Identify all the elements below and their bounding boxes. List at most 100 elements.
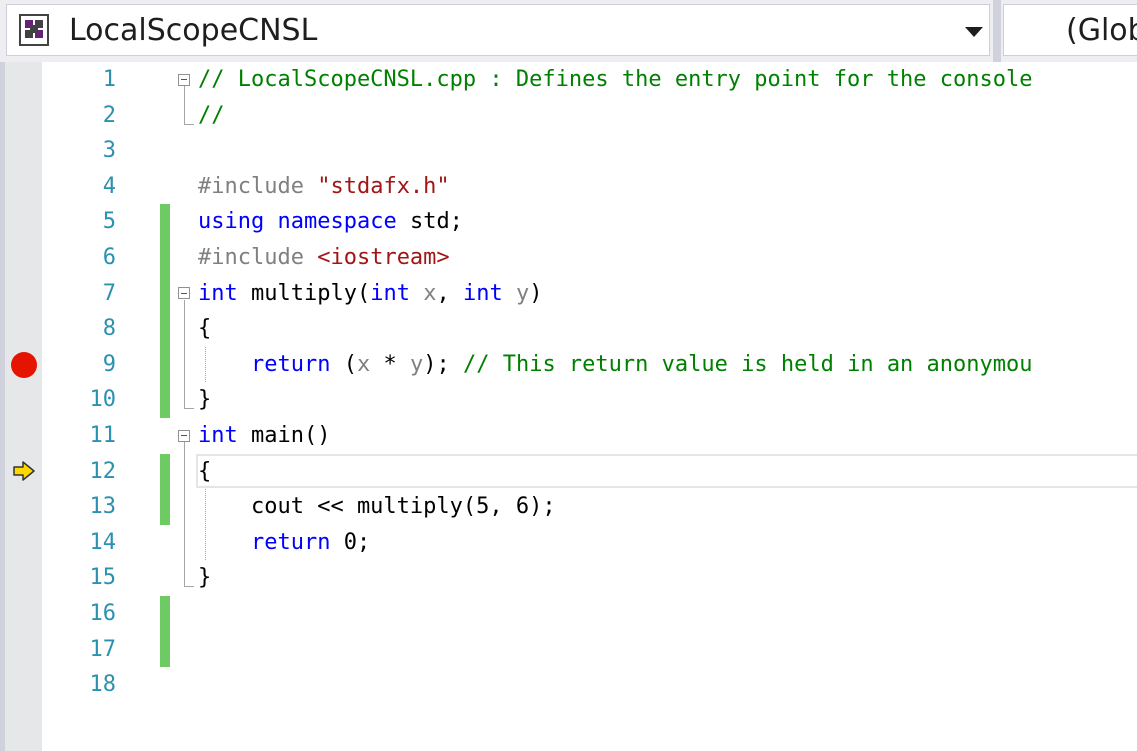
code-text: int multiply(int x, int y) xyxy=(198,276,542,312)
indicator-margin[interactable] xyxy=(0,62,42,751)
code-editor[interactable]: 1 // LocalScopeCNSL.cpp : Defines the ent… xyxy=(42,62,1137,751)
code-line[interactable]: 15} xyxy=(42,560,1137,596)
code-line[interactable]: 2 // xyxy=(42,98,1137,134)
code-token: <iostream> xyxy=(317,245,450,270)
code-text: } xyxy=(198,382,211,418)
code-token: y xyxy=(409,351,424,377)
code-text: #include <iostream> xyxy=(198,240,450,276)
code-text: using namespace std; xyxy=(198,204,463,240)
change-indicator xyxy=(160,596,170,632)
project-dropdown[interactable]: LocalScopeCNSL xyxy=(6,4,990,56)
collapse-toggle-icon[interactable] xyxy=(178,73,190,86)
code-token: , xyxy=(436,280,463,306)
code-line[interactable]: 18 xyxy=(42,667,1137,703)
code-token: // LocalScopeCNSL.cpp : Defines the entr… xyxy=(198,67,1033,92)
code-token: * xyxy=(370,351,410,377)
code-token: x xyxy=(356,351,371,377)
outline-region-end xyxy=(184,586,194,588)
code-text: { xyxy=(198,311,211,347)
outline-region-end xyxy=(184,123,194,125)
code-line[interactable]: 17 xyxy=(42,631,1137,668)
code-line[interactable]: 6 #include <iostream> xyxy=(42,240,1137,276)
code-line[interactable]: 7 int multiply(int x, int y) xyxy=(42,275,1137,312)
line-number: 5 xyxy=(102,209,116,235)
code-token: x xyxy=(423,280,437,306)
outline-region-line xyxy=(184,86,185,124)
change-indicator xyxy=(160,453,170,490)
outline-region-line xyxy=(184,442,185,587)
code-token: "stdafx.h" xyxy=(317,173,450,199)
line-number: 10 xyxy=(89,387,117,413)
outline-region-end xyxy=(184,408,194,410)
code-line[interactable]: 1 // LocalScopeCNSL.cpp : Defines the ent… xyxy=(42,62,1137,98)
code-token: int xyxy=(198,280,238,306)
change-indicator xyxy=(160,346,170,383)
code-token: std; xyxy=(396,209,463,235)
code-token: ) xyxy=(529,280,543,306)
code-token: using xyxy=(198,209,265,235)
change-indicator xyxy=(160,311,170,347)
scope-name: (Global Scope) xyxy=(1066,13,1137,48)
collapse-toggle-icon[interactable] xyxy=(178,287,190,300)
navigation-bar: LocalScopeCNSL (Global Scope) xyxy=(0,0,1137,62)
code-text: // LocalScopeCNSL.cpp : Defines the entr… xyxy=(198,62,1032,98)
outline-region-line xyxy=(184,299,185,409)
line-number: 16 xyxy=(89,601,117,626)
chevron-down-icon[interactable] xyxy=(965,27,983,37)
line-number: 1 xyxy=(102,67,116,92)
project-name: LocalScopeCNSL xyxy=(69,13,318,48)
code-token: namespace xyxy=(277,209,397,235)
scope-dropdown[interactable]: (Global Scope) xyxy=(1003,4,1137,56)
code-line[interactable]: 12 { xyxy=(42,453,1137,490)
line-number: 15 xyxy=(89,565,117,591)
instruction-pointer-arrow-icon[interactable] xyxy=(12,459,36,483)
code-line[interactable]: 13 cout << multiply(5, 6); xyxy=(42,489,1137,525)
cpp-project-icon xyxy=(19,14,49,46)
line-number: 11 xyxy=(89,423,117,448)
code-token: ); xyxy=(423,351,463,377)
code-line[interactable]: 5 using namespace std; xyxy=(42,204,1137,240)
breakpoint-icon[interactable] xyxy=(11,352,37,378)
change-indicator xyxy=(160,275,170,312)
code-text: return 0; xyxy=(198,525,370,561)
code-token: // xyxy=(198,102,225,128)
code-text: // xyxy=(198,98,225,134)
line-number: 13 xyxy=(89,494,117,520)
code-line[interactable]: 4 #include "stdafx.h" xyxy=(42,169,1137,205)
line-number: 12 xyxy=(89,458,117,484)
code-token: y xyxy=(515,280,530,306)
code-token: #include xyxy=(198,173,318,199)
code-line[interactable]: 9 return (x * y); // This return value i… xyxy=(42,346,1137,383)
code-token: multiply( xyxy=(237,280,371,306)
code-token: main() xyxy=(237,423,331,448)
collapse-toggle-icon[interactable] xyxy=(178,429,190,442)
code-token: int xyxy=(370,280,410,306)
code-token: { xyxy=(198,458,212,484)
line-number: 14 xyxy=(89,529,117,555)
change-indicator xyxy=(160,240,170,276)
line-number: 8 xyxy=(102,316,116,342)
code-token: { xyxy=(198,316,212,342)
code-line[interactable]: 8{ xyxy=(42,311,1137,347)
line-number: 6 xyxy=(102,245,116,270)
code-text: #include "stdafx.h" xyxy=(198,169,450,205)
code-token: return xyxy=(250,351,331,377)
line-number: 7 xyxy=(102,280,116,306)
code-line[interactable]: 14 return 0; xyxy=(42,525,1137,561)
code-line[interactable]: 10} xyxy=(42,382,1137,418)
line-number: 3 xyxy=(102,138,116,164)
change-indicator xyxy=(160,631,170,668)
line-number: 17 xyxy=(89,636,117,662)
code-line[interactable]: 3 xyxy=(42,133,1137,169)
code-line[interactable]: 16 xyxy=(42,596,1137,632)
splitter[interactable] xyxy=(993,0,1001,62)
code-line[interactable]: 11 int main() xyxy=(42,418,1137,454)
line-number: 9 xyxy=(102,351,116,377)
code-token: return xyxy=(250,529,331,555)
change-indicator xyxy=(160,382,170,418)
code-text: { xyxy=(198,454,211,490)
code-text: return (x * y); // This return value is … xyxy=(198,347,1033,383)
code-token: } xyxy=(198,565,212,591)
code-token: #include xyxy=(198,245,318,270)
